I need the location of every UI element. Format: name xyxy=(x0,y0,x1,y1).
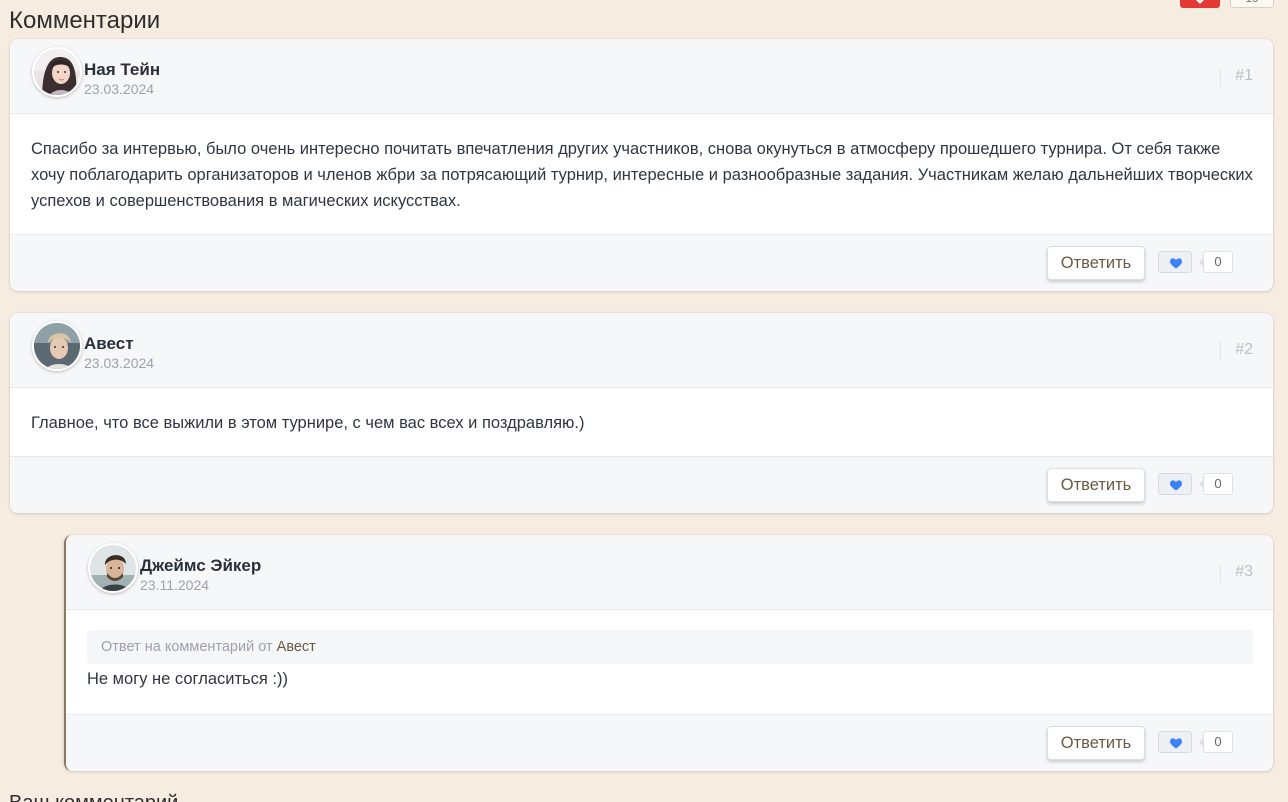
top-like-count: 10 xyxy=(1230,0,1274,8)
comment-date: 23.03.2024 xyxy=(84,355,155,371)
comments-page: 10 Комментарии Ная Тейн 23.03.2024 # xyxy=(0,0,1288,802)
comment-header: Авест 23.03.2024 #2 xyxy=(10,313,1273,388)
heart-icon xyxy=(1170,480,1182,491)
heart-icon xyxy=(1170,738,1182,749)
quote-author-link[interactable]: Авест xyxy=(277,639,316,655)
reply-quote: Ответ на комментарий от Авест xyxy=(87,630,1253,664)
top-like-button[interactable] xyxy=(1180,0,1220,8)
comment-footer: Ответить 0 xyxy=(66,714,1273,771)
like-button[interactable] xyxy=(1158,473,1192,495)
comment-footer: Ответить 0 xyxy=(10,234,1273,291)
reply-button[interactable]: Ответить xyxy=(1047,468,1145,502)
like-button[interactable] xyxy=(1158,251,1192,273)
quote-prefix: Ответ на комментарий от xyxy=(101,639,273,655)
comment-author[interactable]: Авест xyxy=(84,334,134,354)
comment-card: Ная Тейн 23.03.2024 #1 Спасибо за интерв… xyxy=(10,39,1273,291)
comment-date: 23.11.2024 xyxy=(140,577,210,593)
reply-body: Ответ на комментарий от Авест Не могу не… xyxy=(66,630,1273,692)
section-title: Комментарии xyxy=(9,7,161,34)
like-count: 0 xyxy=(1199,251,1233,273)
reply-button[interactable]: Ответить xyxy=(1047,246,1145,280)
heart-icon xyxy=(1170,258,1182,269)
avatar[interactable] xyxy=(88,543,138,593)
avatar[interactable] xyxy=(32,47,82,97)
like-count: 0 xyxy=(1199,731,1233,753)
comment-author[interactable]: Ная Тейн xyxy=(84,60,160,80)
like-button[interactable] xyxy=(1158,731,1192,753)
comment-footer: Ответить 0 xyxy=(10,456,1273,513)
comment-header: Ная Тейн 23.03.2024 #1 xyxy=(10,39,1273,114)
comment-number[interactable]: #1 xyxy=(1220,67,1253,87)
comment-number[interactable]: #3 xyxy=(1220,563,1253,583)
reply-comment-card: Джеймс Эйкер 23.11.2024 #3 Ответ на комм… xyxy=(64,535,1273,771)
comment-number[interactable]: #2 xyxy=(1220,341,1253,361)
comment-header: Джеймс Эйкер 23.11.2024 #3 xyxy=(66,535,1273,610)
comment-text: Спасибо за интервью, было очень интересн… xyxy=(31,140,1253,210)
avatar[interactable] xyxy=(32,321,82,371)
reply-button[interactable]: Ответить xyxy=(1047,726,1145,760)
like-count: 0 xyxy=(1199,473,1233,495)
comment-text: Не могу не согласиться :)) xyxy=(87,670,288,688)
comment-card: Авест 23.03.2024 #2 Главное, что все выж… xyxy=(10,313,1273,513)
comment-text: Главное, что все выжили в этом турнире, … xyxy=(31,414,585,432)
your-comment-title: Ваш комментарий xyxy=(9,792,178,802)
comment-author[interactable]: Джеймс Эйкер xyxy=(140,556,261,576)
comment-date: 23.03.2024 xyxy=(84,81,155,97)
heart-icon xyxy=(1196,0,1204,4)
